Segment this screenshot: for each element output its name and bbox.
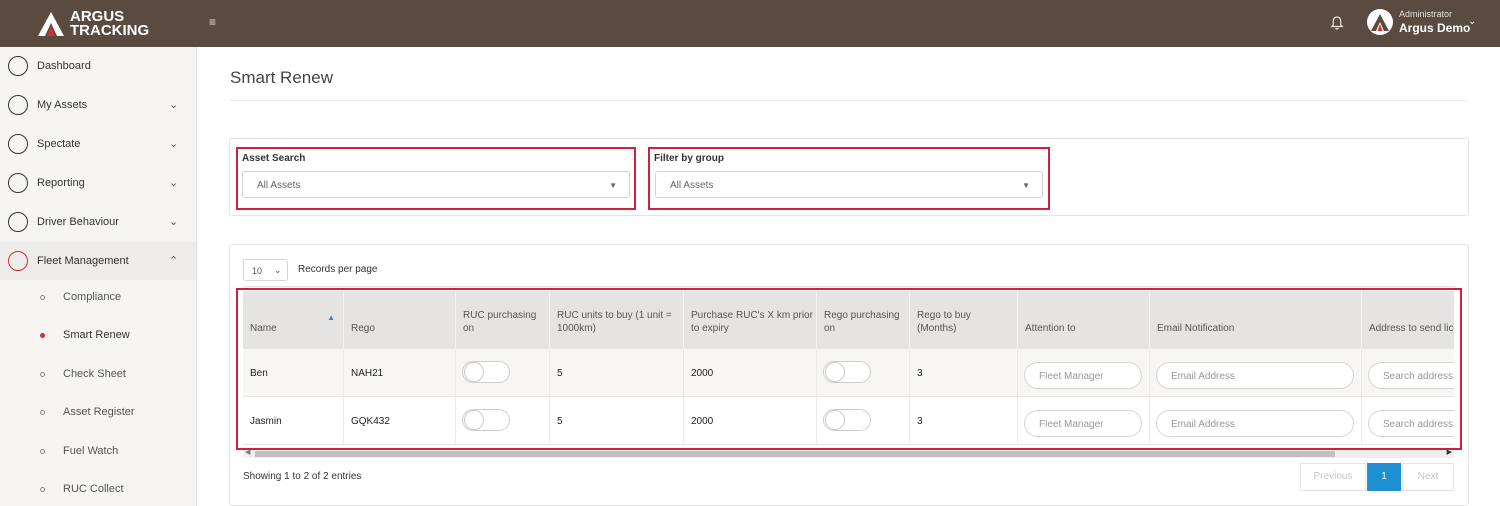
assets-icon <box>8 95 28 115</box>
asset-search-select[interactable]: All Assets ▼ <box>242 171 630 198</box>
bullet-icon <box>40 410 45 415</box>
group-filter-label: Filter by group <box>654 153 724 164</box>
chevron-up-icon: ⌃ <box>169 255 179 267</box>
logo-text-tracking: TRACKING <box>70 22 150 39</box>
chevron-down-icon: ⌄ <box>169 138 179 150</box>
location-pin-icon <box>8 134 28 154</box>
chevron-down-icon: ⌄ <box>274 265 282 275</box>
bullet-icon <box>40 333 45 338</box>
logo-mark-icon <box>38 12 64 36</box>
horizontal-scrollbar[interactable]: ◀ ▶ <box>243 448 1454 458</box>
sidebar-subitem-label: Asset Register <box>63 406 135 418</box>
pagination-next[interactable]: Next <box>1402 463 1454 491</box>
asset-search-value: All Assets <box>257 180 301 191</box>
sidebar-item-label: Reporting <box>37 177 85 189</box>
sidebar-subitem-label: Check Sheet <box>63 368 126 380</box>
divider <box>243 286 1455 287</box>
chevron-down-icon: ⌄ <box>169 177 179 189</box>
user-name[interactable]: Argus Demo <box>1399 21 1470 35</box>
sidebar-item-spectate[interactable]: Spectate ⌄ <box>0 125 196 163</box>
sidebar-subitem-ruc-collect[interactable]: RUC Collect <box>0 471 196 506</box>
sidebar-subitem-check-sheet[interactable]: Check Sheet <box>0 356 196 394</box>
sidebar-item-label: Dashboard <box>37 60 91 72</box>
sidebar-item-fleet-management[interactable]: Fleet Management ⌃ <box>0 242 196 280</box>
records-per-page-label: Records per page <box>298 264 378 275</box>
user-role: Administrator <box>1399 9 1453 19</box>
lightbulb-icon <box>8 212 28 232</box>
sidebar-item-my-assets[interactable]: My Assets ⌄ <box>0 86 196 124</box>
sidebar-subitem-compliance[interactable]: Compliance <box>0 279 196 317</box>
sidebar-item-driver-behaviour[interactable]: Driver Behaviour ⌄ <box>0 203 196 241</box>
sidebar-item-reporting[interactable]: Reporting ⌄ <box>0 164 196 202</box>
user-menu-chevron-icon[interactable]: ⌄ <box>1468 16 1476 27</box>
sidebar-item-label: Fleet Management <box>37 255 129 267</box>
scroll-left-icon[interactable]: ◀ <box>245 448 250 456</box>
menu-toggle-icon[interactable]: ≡ <box>209 16 219 28</box>
page-title: Smart Renew <box>230 68 333 87</box>
sidebar-subitem-label: Fuel Watch <box>63 445 119 457</box>
sidebar-subitem-fuel-watch[interactable]: Fuel Watch <box>0 433 196 471</box>
sidebar-subitem-smart-renew[interactable]: Smart Renew <box>0 317 196 355</box>
sidebar-subitem-label: Smart Renew <box>63 329 130 341</box>
group-filter-value: All Assets <box>670 180 714 191</box>
scroll-right-icon[interactable]: ▶ <box>1447 448 1452 456</box>
sidebar-item-label: My Assets <box>37 99 88 111</box>
scrollbar-thumb[interactable] <box>255 451 1335 457</box>
pagination-previous[interactable]: Previous <box>1300 463 1366 491</box>
dropdown-arrow-icon: ▼ <box>609 181 617 190</box>
dropdown-arrow-icon: ▼ <box>1022 181 1030 190</box>
bullet-icon <box>40 487 45 492</box>
car-icon <box>8 251 28 271</box>
bullet-icon <box>40 372 45 377</box>
chevron-down-icon: ⌄ <box>169 216 179 228</box>
user-avatar[interactable] <box>1367 9 1393 35</box>
records-per-page-select[interactable]: 10 ⌄ <box>243 259 288 281</box>
top-bar: ARGUS TRACKING ≡ Administrator Argus Dem… <box>0 0 1500 47</box>
bullet-icon <box>40 295 45 300</box>
pagination-page-1[interactable]: 1 <box>1367 463 1401 491</box>
sidebar-item-dashboard[interactable]: Dashboard <box>0 47 196 85</box>
sidebar-subitem-label: RUC Collect <box>63 483 124 495</box>
speedometer-icon <box>8 56 28 76</box>
notification-bell-icon[interactable] <box>1330 15 1344 31</box>
divider <box>230 100 1468 101</box>
sidebar-item-label: Driver Behaviour <box>37 216 119 228</box>
sidebar-subitem-asset-register[interactable]: Asset Register <box>0 394 196 432</box>
argus-logo[interactable]: ARGUS TRACKING <box>38 8 158 40</box>
records-per-page-value: 10 <box>252 266 263 276</box>
sidebar-subitem-label: Compliance <box>63 291 122 303</box>
report-icon <box>8 173 28 193</box>
chevron-down-icon: ⌄ <box>169 99 179 111</box>
sidebar: Dashboard My Assets ⌄ Spectate ⌄ Reporti… <box>0 47 197 506</box>
sidebar-item-label: Spectate <box>37 138 81 150</box>
group-filter-select[interactable]: All Assets ▼ <box>655 171 1043 198</box>
table-highlight <box>236 288 1462 450</box>
asset-search-label: Asset Search <box>242 153 306 164</box>
table-info: Showing 1 to 2 of 2 entries <box>243 471 362 482</box>
bullet-icon <box>40 449 45 454</box>
avatar-logo-icon <box>1371 14 1389 31</box>
